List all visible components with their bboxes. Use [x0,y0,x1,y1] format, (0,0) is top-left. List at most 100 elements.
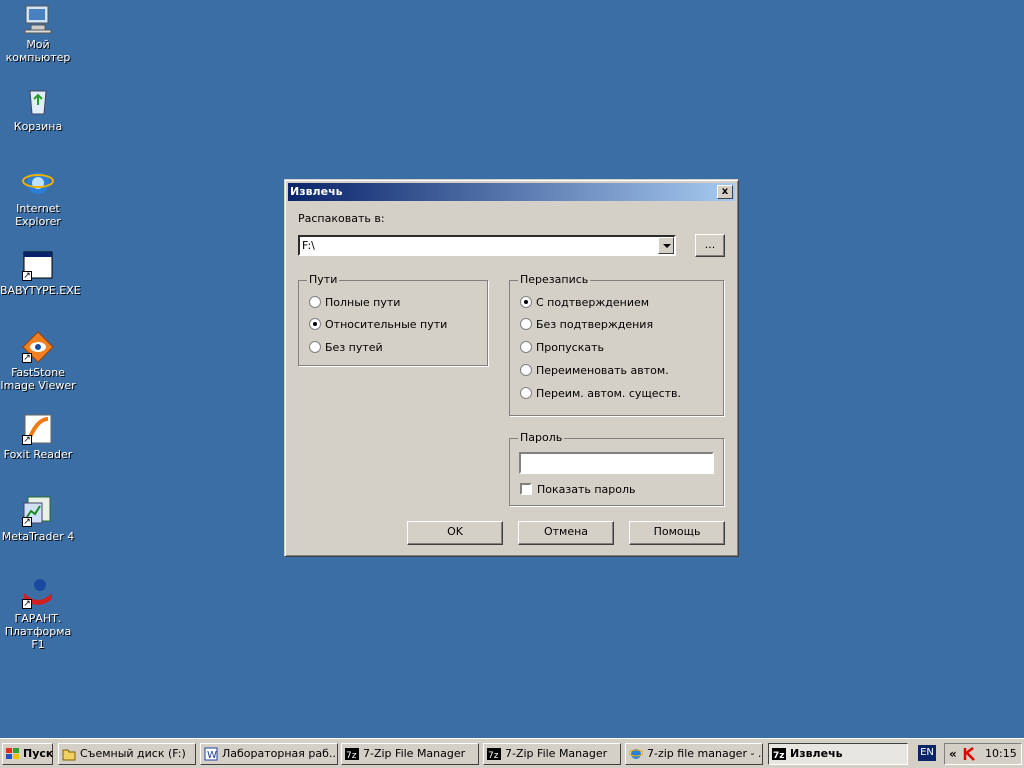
system-tray: « 10:15 [944,743,1022,765]
radio-no-paths[interactable]: Без путей [309,341,383,355]
task-label: 7-Zip File Manager [505,747,608,760]
internet-explorer-icon [22,167,54,199]
browse-button-label: ... [704,238,716,251]
svg-text:7z: 7z [346,751,357,761]
shortcut-arrow-icon: ↗ [22,435,32,445]
7zip-icon: 7z [345,748,359,761]
radio-button-icon[interactable] [520,387,532,399]
radio-button-icon[interactable] [520,341,532,353]
radio-label: Без путей [325,341,383,354]
desktop-icon-label: Мой компьютер [5,38,71,64]
language-indicator[interactable]: EN [918,745,936,761]
password-group-title: Пароль [518,431,565,444]
radio-label: Без подтверждения [536,318,654,331]
task-label: Лабораторная раб... [222,747,338,760]
dialog-titlebar[interactable]: Извлечь x [288,183,735,201]
garant-icon: ↗ [22,577,54,609]
radio-button-selected-icon[interactable] [309,318,321,330]
task-7zip-file-manager-1[interactable]: 7z 7-Zip File Manager [341,743,479,765]
radio-button-icon[interactable] [520,318,532,330]
radio-relative-paths[interactable]: Относительные пути [309,318,447,332]
cancel-button[interactable]: Отмена [518,521,614,545]
word-icon: W [204,747,218,761]
application-icon: ↗ [22,249,54,281]
faststone-icon: ↗ [22,331,54,363]
shortcut-arrow-icon: ↗ [22,271,32,281]
task-label: 7-zip file manager - ... [647,747,763,760]
desktop-icon-faststone[interactable]: ↗ FastStone Image Viewer [0,331,76,392]
radio-skip[interactable]: Пропускать [520,341,604,355]
desktop-icon-label: ГАРАНТ. Платформа F1 [4,612,72,651]
radio-full-paths[interactable]: Полные пути [309,296,400,310]
svg-text:W: W [207,750,217,761]
close-icon: x [721,186,729,197]
desktop-icon-label: Internet Explorer [15,202,61,228]
radio-without-confirmation[interactable]: Без подтверждения [520,318,653,332]
help-button-label: Помощь [653,525,701,538]
radio-with-confirmation[interactable]: С подтверждением [520,296,649,310]
close-button[interactable]: x [717,185,733,199]
help-button[interactable]: Помощь [629,521,725,545]
task-extract-dialog[interactable]: 7z Извлечь [768,743,908,765]
password-input[interactable] [519,452,714,474]
desktop-icon-recycle-bin[interactable]: Корзина [0,85,76,133]
radio-auto-rename-existing[interactable]: Переим. автом. существ. [520,387,681,401]
radio-auto-rename[interactable]: Переименовать автом. [520,364,669,378]
overwrite-group: Перезапись С подтверждением Без подтверж… [509,273,724,416]
shortcut-arrow-icon: ↗ [22,353,32,363]
start-button[interactable]: Пуск [2,743,53,765]
desktop-icon-label: Foxit Reader [3,448,73,461]
windows-logo-icon [6,748,19,759]
metatrader-icon: ↗ [22,495,54,527]
my-computer-icon [22,3,54,35]
recycle-bin-icon [22,85,54,117]
extract-to-label: Распаковать в: [298,212,385,225]
radio-label: С подтверждением [536,296,650,309]
task-word-document[interactable]: W Лабораторная раб... [200,743,338,765]
password-group: Пароль Показать пароль [509,431,724,506]
kaspersky-icon[interactable] [963,747,977,761]
paths-group-title: Пути [307,273,340,286]
radio-label: Пропускать [536,341,605,354]
radio-label: Полные пути [325,296,401,309]
desktop-icon-foxit-reader[interactable]: ↗ Foxit Reader [0,413,76,461]
task-label: Извлечь [790,747,843,760]
radio-button-icon[interactable] [520,364,532,376]
task-label: 7-Zip File Manager [363,747,466,760]
task-ie-7zip-search[interactable]: 7-zip file manager - ... [625,743,763,765]
extract-dialog: Извлечь x Распаковать в: F:\ ... Пути По… [284,179,739,557]
show-password-checkbox[interactable]: Показать пароль [520,483,636,497]
radio-button-icon[interactable] [309,341,321,353]
task-7zip-file-manager-2[interactable]: 7z 7-Zip File Manager [483,743,621,765]
desktop-icon-label: FastStone Image Viewer [0,366,76,392]
desktop-icon-my-computer[interactable]: Мой компьютер [0,3,76,64]
ok-button[interactable]: OK [407,521,503,545]
radio-button-selected-icon[interactable] [520,296,532,308]
desktop-icon-label: BABYTYPE.EXE [0,284,81,297]
shortcut-arrow-icon: ↗ [22,599,32,609]
browse-button[interactable]: ... [695,234,725,257]
extract-to-value: F:\ [302,239,315,252]
ie-icon [629,749,643,759]
tray-expand-chevron-icon[interactable]: « [949,747,957,761]
checkbox-icon[interactable] [520,483,532,495]
task-removable-disk[interactable]: Съемный диск (F:) [58,743,196,765]
overwrite-group-title: Перезапись [518,273,591,286]
svg-text:7z: 7z [488,751,499,761]
desktop-icon-internet-explorer[interactable]: Internet Explorer [0,167,76,228]
extract-to-combobox[interactable]: F:\ [298,235,676,256]
shortcut-arrow-icon: ↗ [22,517,32,527]
dialog-title: Извлечь [290,185,343,198]
7zip-icon: 7z [487,748,501,761]
foxit-reader-icon: ↗ [22,413,54,445]
paths-group: Пути Полные пути Относительные пути Без … [298,273,488,366]
desktop-icon-babytype[interactable]: ↗ BABYTYPE.EXE [0,249,81,297]
radio-button-icon[interactable] [309,296,321,308]
desktop-icon-garant[interactable]: ↗ ГАРАНТ. Платформа F1 [0,577,76,651]
desktop-icon-label: MetaTrader 4 [1,530,75,543]
chevron-down-icon[interactable] [658,237,674,254]
task-label: Съемный диск (F:) [80,747,186,760]
radio-label: Относительные пути [325,318,448,331]
desktop-icon-metatrader[interactable]: ↗ MetaTrader 4 [0,495,76,543]
clock[interactable]: 10:15 [985,747,1017,760]
